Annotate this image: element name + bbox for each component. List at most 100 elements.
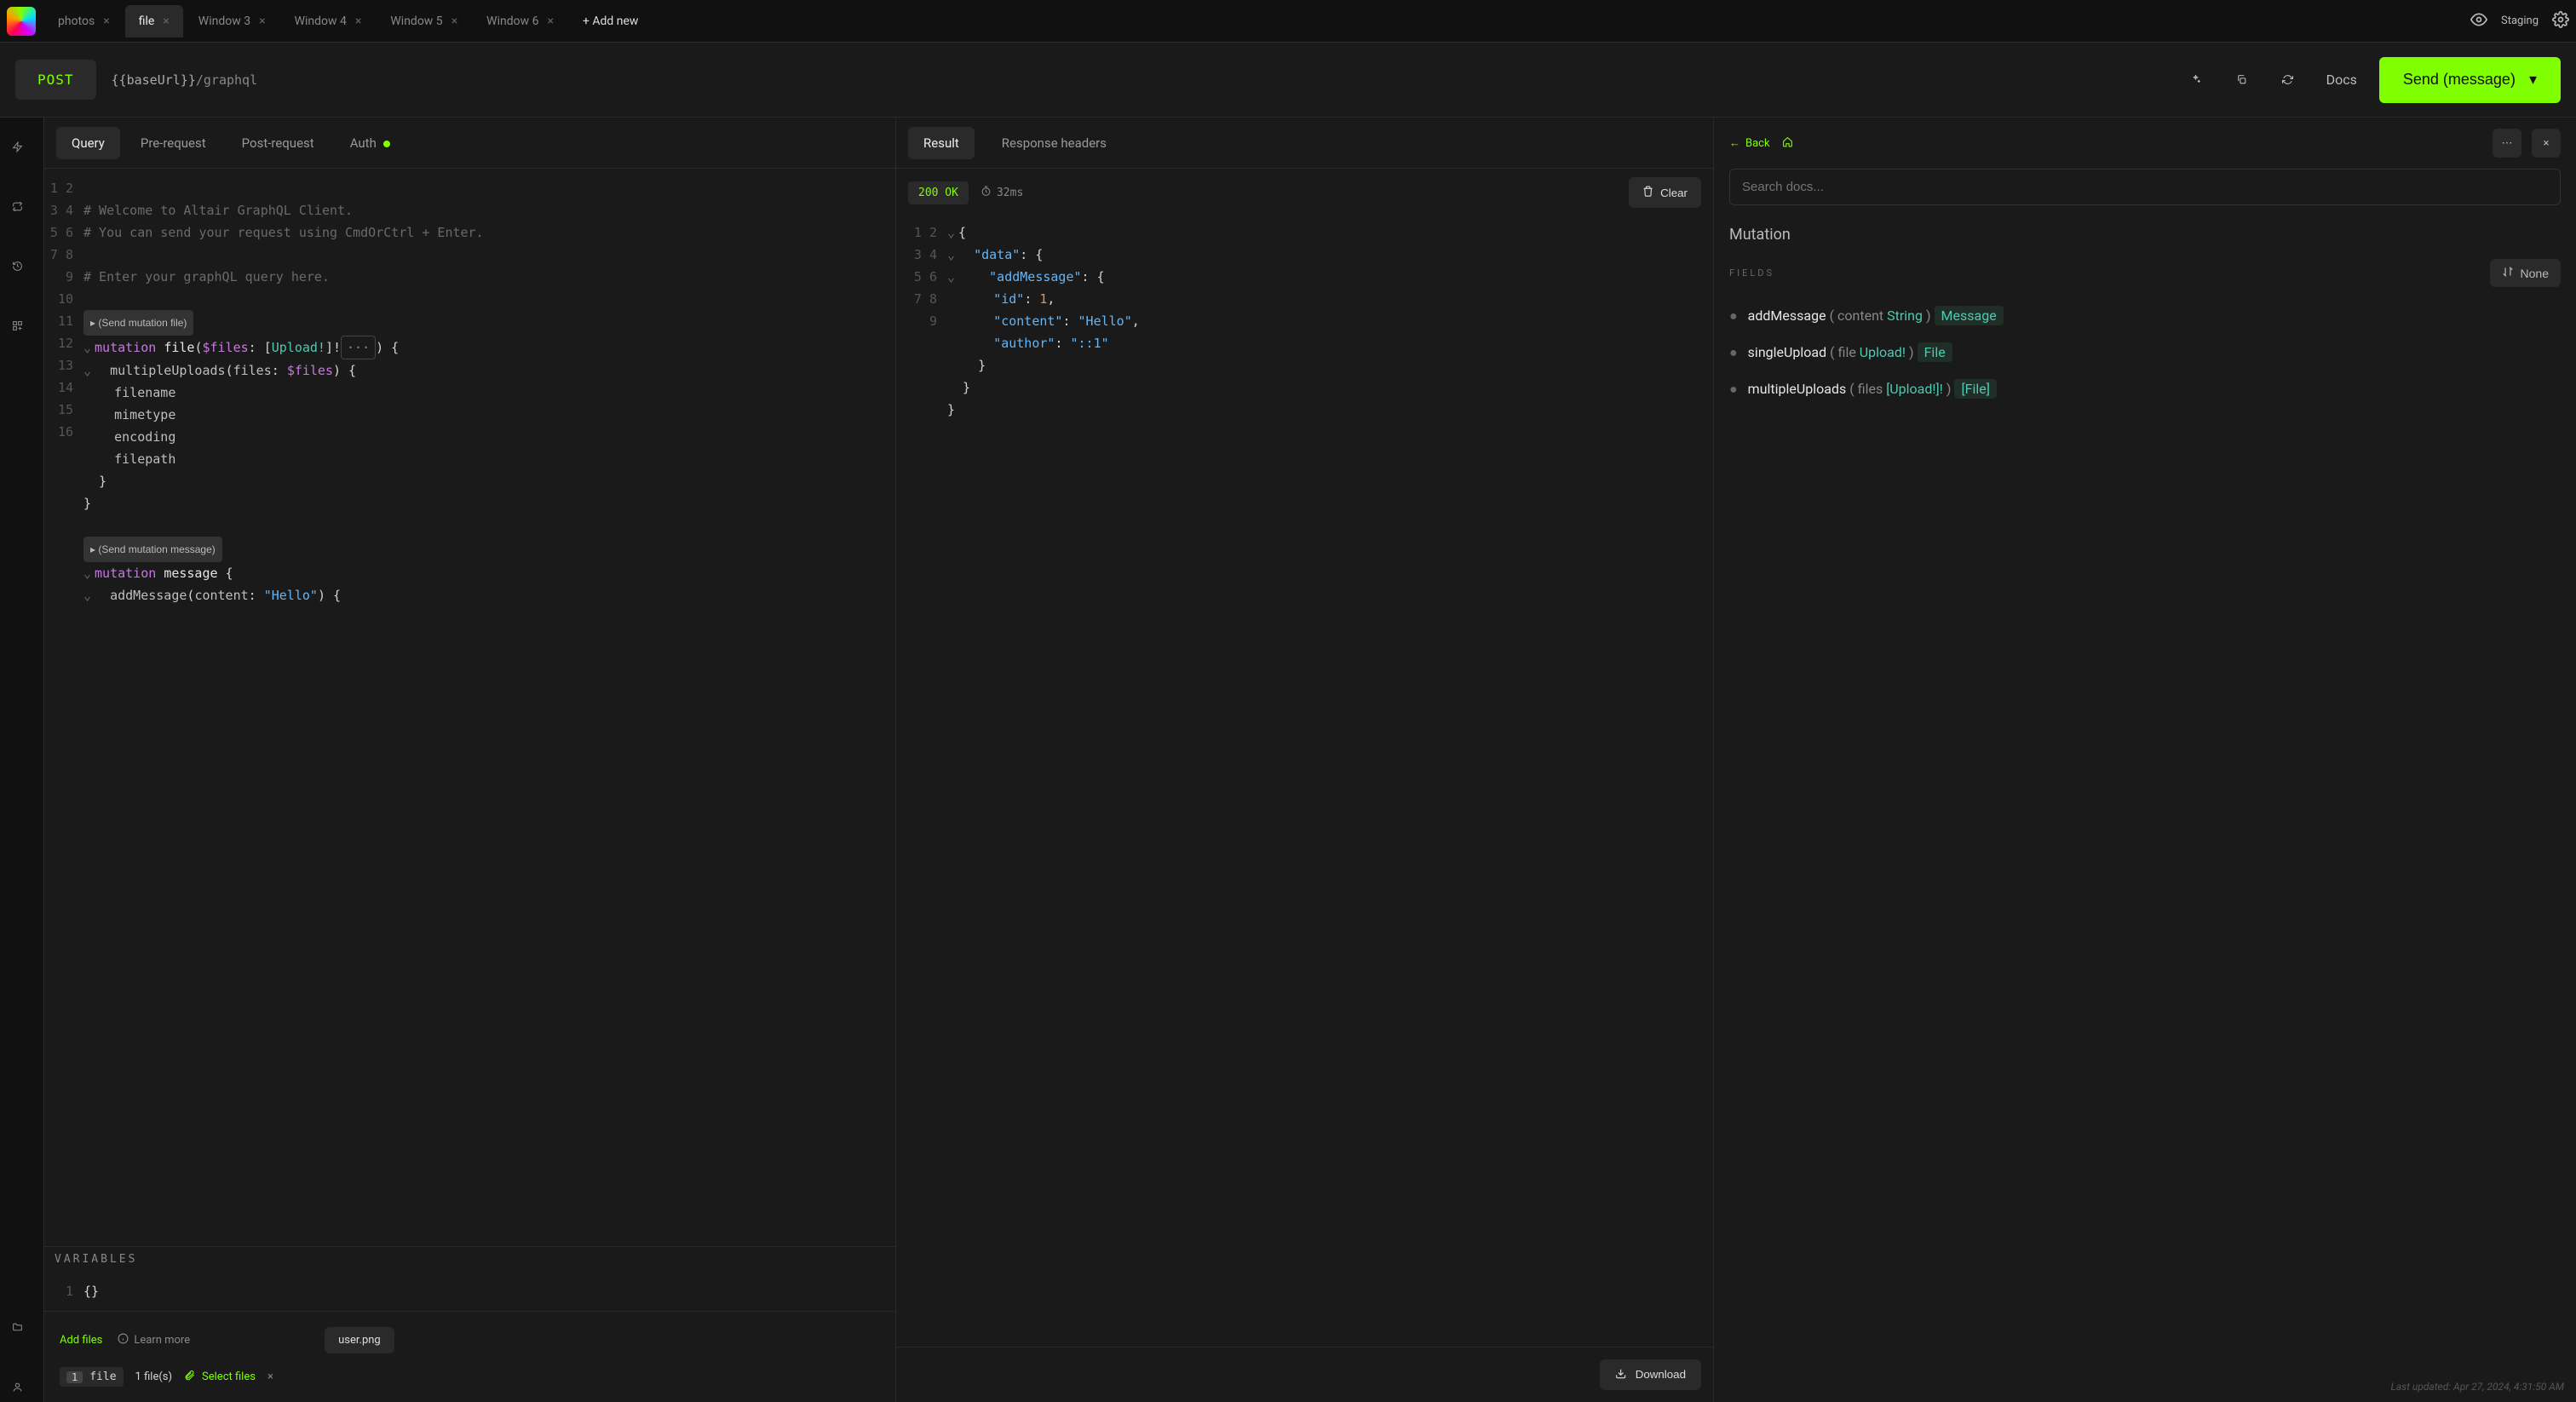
remove-file-icon[interactable]: × <box>267 1370 273 1383</box>
tab-label: file <box>139 14 155 28</box>
fold-icon[interactable]: ⌄ <box>947 269 955 284</box>
left-rail <box>0 118 44 1402</box>
close-icon[interactable]: × <box>259 14 265 28</box>
json-key: "content" <box>993 313 1062 329</box>
variables-header[interactable]: VARIABLES <box>44 1246 895 1272</box>
subtab-query[interactable]: Query <box>56 127 120 159</box>
user-icon[interactable] <box>12 1382 32 1402</box>
run-mutation-pill[interactable]: ▸ (Send mutation file) <box>83 310 193 336</box>
docs-type-title[interactable]: Mutation <box>1714 217 2576 259</box>
history-icon[interactable] <box>12 261 32 281</box>
fold-icon[interactable]: ⌄ <box>83 340 91 355</box>
file-attachment-pill[interactable]: user.png <box>325 1327 394 1353</box>
variables-editor[interactable]: 1 {} <box>44 1272 895 1311</box>
line-gutter: 1 2 3 4 5 6 7 8 9 <box>908 213 944 429</box>
url-path: /graphql <box>196 72 257 88</box>
tab-window-5[interactable]: Window 5 × <box>377 5 471 37</box>
docs-field-row[interactable]: ● singleUpload ( file Upload! ) File <box>1714 334 2576 371</box>
tab-result[interactable]: Result <box>908 127 975 159</box>
fold-icon[interactable]: ⌄ <box>947 225 955 240</box>
docs-back-button[interactable]: ← Back <box>1729 136 1770 150</box>
more-icon[interactable]: ⋯ <box>2493 129 2521 158</box>
add-tab-button[interactable]: + Add new <box>569 5 653 37</box>
fold-icon[interactable]: ⌄ <box>83 566 91 581</box>
add-tab-label: + Add new <box>583 14 639 28</box>
tab-photos[interactable]: photos × <box>44 5 124 37</box>
url-display[interactable]: {{baseUrl}}/graphql <box>112 72 258 88</box>
subtab-pre-request[interactable]: Pre-request <box>125 127 221 159</box>
plugins-icon[interactable] <box>12 320 32 341</box>
zap-icon[interactable] <box>12 141 32 162</box>
tab-response-headers[interactable]: Response headers <box>986 127 1122 159</box>
file-variable-chip[interactable]: 1 file <box>60 1367 124 1387</box>
bullet-icon: ● <box>1729 381 1738 398</box>
window-tabs: photos × file × Window 3 × Window 4 × Wi… <box>44 5 652 37</box>
copy-icon[interactable] <box>2226 64 2258 96</box>
status-badge: 200 OK <box>908 181 969 204</box>
timing-label: 32ms <box>980 186 1023 200</box>
close-icon[interactable]: × <box>547 14 553 28</box>
return-type[interactable]: Message <box>1935 306 2004 325</box>
docs-toggle[interactable]: Docs <box>2326 72 2357 88</box>
docs-field-row[interactable]: ● multipleUploads ( files [Upload!]! ) [… <box>1714 371 2576 407</box>
arg-name: content <box>1837 307 1883 324</box>
fold-icon[interactable]: ⌄ <box>83 363 91 378</box>
tab-label: Window 4 <box>295 14 347 28</box>
tab-window-6[interactable]: Window 6 × <box>473 5 567 37</box>
close-docs-icon[interactable]: × <box>2532 129 2561 158</box>
clock-icon <box>980 186 992 200</box>
folder-icon[interactable] <box>12 1322 32 1342</box>
subtab-auth[interactable]: Auth <box>335 127 405 159</box>
tab-file[interactable]: file × <box>125 5 183 37</box>
return-type[interactable]: File <box>1918 342 1952 362</box>
http-method-button[interactable]: POST <box>15 60 96 100</box>
file-index: 1 <box>66 1371 83 1383</box>
docs-search-input[interactable] <box>1729 169 2561 205</box>
staging-label[interactable]: Staging <box>2501 14 2539 27</box>
query-editor[interactable]: 1 2 3 4 5 6 7 8 9 10 11 12 13 14 15 16 #… <box>44 169 895 1246</box>
select-files-button[interactable]: Select files <box>184 1370 256 1384</box>
field-name: multipleUploads <box>1748 381 1847 397</box>
download-button[interactable]: Download <box>1600 1359 1701 1390</box>
code-comment: # You can send your request using CmdOrC… <box>83 225 484 240</box>
home-icon[interactable] <box>1782 136 1793 151</box>
json-key: "data" <box>974 247 1020 262</box>
sparkle-icon[interactable] <box>2180 64 2212 96</box>
subtab-post-request[interactable]: Post-request <box>227 127 330 159</box>
close-icon[interactable]: × <box>103 14 109 28</box>
ellipsis-icon[interactable]: ··· <box>341 336 376 359</box>
close-icon[interactable]: × <box>355 14 361 28</box>
learn-more-link[interactable]: Learn more <box>118 1333 190 1347</box>
download-label: Download <box>1636 1368 1686 1381</box>
clear-button[interactable]: Clear <box>1629 177 1701 208</box>
fold-icon[interactable]: ⌄ <box>83 588 91 603</box>
field-filename: filename <box>114 385 175 400</box>
close-icon[interactable]: × <box>163 14 169 28</box>
sync-icon[interactable] <box>12 201 32 221</box>
tab-label: Window 5 <box>390 14 442 28</box>
return-type[interactable]: [File] <box>1954 379 1997 399</box>
result-viewer[interactable]: 1 2 3 4 5 6 7 8 9 ⌄{ ⌄ "data": { ⌄ "addM… <box>908 213 1701 429</box>
timing-value: 32ms <box>997 187 1023 199</box>
docs-field-row[interactable]: ● addMessage ( content String ) Message <box>1714 297 2576 334</box>
settings-icon[interactable] <box>2552 11 2569 32</box>
tab-window-3[interactable]: Window 3 × <box>185 5 279 37</box>
tab-window-4[interactable]: Window 4 × <box>281 5 376 37</box>
close-icon[interactable]: × <box>451 14 457 28</box>
select-files-label: Select files <box>202 1370 256 1383</box>
send-button[interactable]: Send (message) ▾ <box>2379 57 2561 103</box>
json-key: "id" <box>993 291 1024 307</box>
type-upload: Upload! <box>272 340 325 355</box>
str-hello: "Hello" <box>264 588 318 603</box>
field-mimetype: mimetype <box>114 407 175 422</box>
field-filepath: filepath <box>114 451 175 467</box>
mutation-name: message <box>164 566 217 581</box>
refresh-icon[interactable] <box>2272 64 2304 96</box>
info-icon <box>118 1333 129 1347</box>
fold-icon[interactable]: ⌄ <box>947 247 955 262</box>
arg-files: files <box>233 363 272 378</box>
sort-button[interactable]: None <box>2490 259 2561 287</box>
add-files-link[interactable]: Add files <box>60 1334 102 1347</box>
trash-icon <box>1642 186 1653 199</box>
run-mutation-pill[interactable]: ▸ (Send mutation message) <box>83 537 222 562</box>
